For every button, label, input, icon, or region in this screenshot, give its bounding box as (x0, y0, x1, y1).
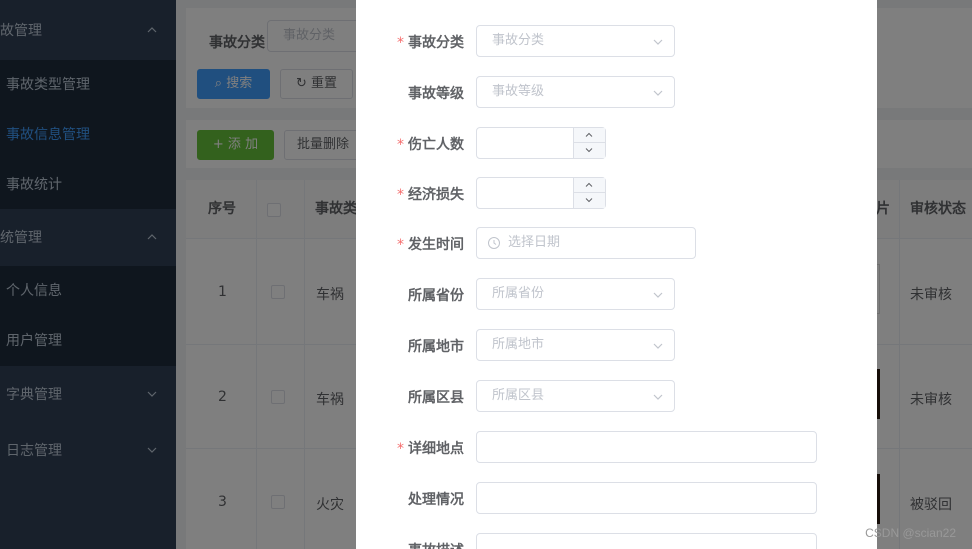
select-placeholder: 事故分类 (492, 33, 545, 48)
loss-number-input[interactable] (476, 177, 606, 209)
label-text: 事故分类 (408, 35, 464, 51)
required-mark: * (397, 187, 404, 203)
chevron-down-icon (653, 343, 663, 349)
required-mark: * (397, 137, 404, 153)
field-label-province: 所属省份 (408, 288, 464, 304)
decrease-button[interactable] (574, 193, 605, 208)
field-label-description: 事故描述 (356, 540, 464, 549)
field-label-city: 所属地市 (408, 339, 464, 355)
chevron-up-icon (585, 182, 593, 187)
label-text: 伤亡人数 (408, 137, 464, 153)
city-select[interactable]: 所属地市 (476, 329, 675, 361)
select-placeholder: 事故等级 (492, 84, 545, 99)
field-label-time: * 发生时间 (356, 234, 464, 254)
casualties-number-input[interactable] (476, 127, 606, 159)
description-input[interactable] (476, 533, 817, 549)
label-text: 详细地点 (408, 441, 464, 457)
chevron-down-icon (653, 90, 663, 96)
number-controls (573, 178, 605, 208)
number-controls (573, 128, 605, 158)
increase-button[interactable] (574, 178, 605, 193)
chevron-down-icon (653, 394, 663, 400)
category-select[interactable]: 事故分类 (476, 25, 675, 57)
chevron-down-icon (653, 292, 663, 298)
field-label-address: * 详细地点 (356, 438, 464, 458)
level-select[interactable]: 事故等级 (476, 76, 675, 108)
field-label-handling: 处理情况 (408, 492, 464, 508)
date-picker-input[interactable]: 选择日期 (476, 227, 696, 259)
chevron-down-icon (653, 39, 663, 45)
county-select[interactable]: 所属区县 (476, 380, 675, 412)
chevron-up-icon (585, 132, 593, 137)
select-placeholder: 所属地市 (492, 337, 545, 352)
decrease-button[interactable] (574, 143, 605, 158)
increase-button[interactable] (574, 128, 605, 143)
required-mark: * (397, 441, 404, 457)
select-placeholder: 所属区县 (492, 388, 545, 403)
date-placeholder: 选择日期 (508, 235, 561, 250)
label-text: 发生时间 (408, 237, 464, 253)
label-text: 经济损失 (408, 187, 464, 203)
field-label-county: 所属区县 (408, 390, 464, 406)
field-label-casualties: * 伤亡人数 (356, 134, 464, 154)
select-placeholder: 所属省份 (492, 286, 545, 301)
chevron-down-icon (585, 198, 593, 203)
address-input[interactable] (476, 431, 817, 463)
required-mark: * (397, 237, 404, 253)
accident-form-dialog: * 事故分类 事故分类 事故等级 事故等级 * 伤亡人数 * 经济损失 * 发生… (356, 0, 877, 549)
field-label-level: 事故等级 (408, 86, 464, 102)
clock-icon (488, 237, 500, 249)
required-mark: * (397, 35, 404, 51)
handling-input[interactable] (476, 482, 817, 514)
watermark: CSDN @scian22 (865, 526, 956, 540)
field-label-category: * 事故分类 (356, 32, 464, 52)
field-label-loss: * 经济损失 (356, 184, 464, 204)
province-select[interactable]: 所属省份 (476, 278, 675, 310)
chevron-down-icon (585, 148, 593, 153)
